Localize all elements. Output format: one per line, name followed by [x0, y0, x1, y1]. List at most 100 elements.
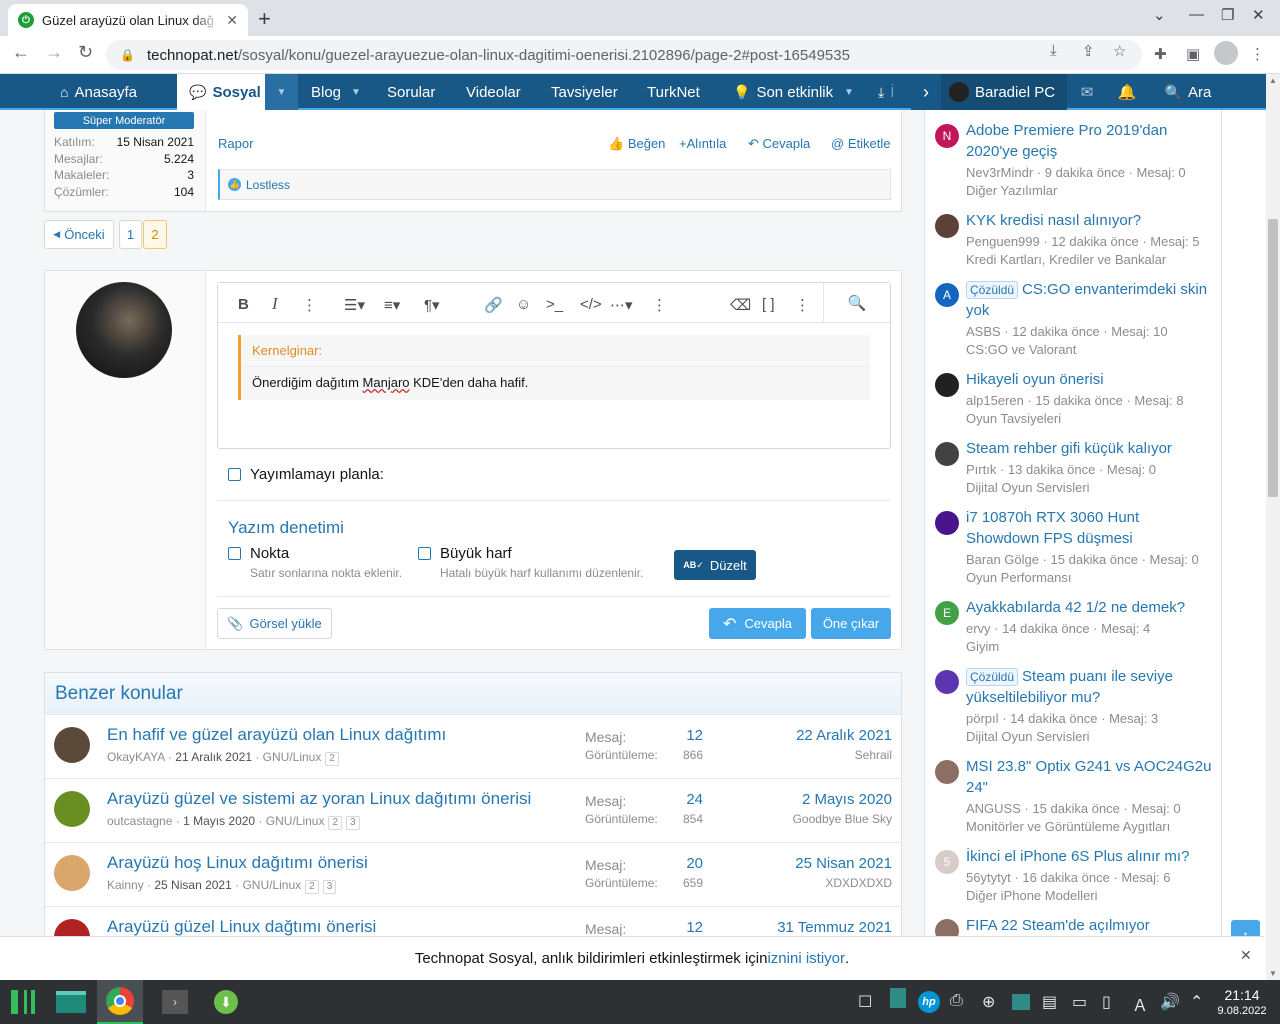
- avatar[interactable]: [935, 442, 959, 466]
- thread-title[interactable]: En hafif ve güzel arayüzü olan Linux dağ…: [107, 725, 446, 745]
- last-post-user[interactable]: Sehrail: [855, 748, 892, 762]
- period-checkbox[interactable]: [228, 547, 241, 560]
- file-manager-icon[interactable]: [48, 980, 94, 1024]
- nav-sosyal[interactable]: 💬 Sosyal: [177, 74, 265, 110]
- sidepanel-icon[interactable]: ▣: [1186, 45, 1200, 63]
- desktop-icon[interactable]: ☐: [858, 992, 872, 1012]
- page-scrollbar[interactable]: ▲ ▼: [1266, 74, 1280, 980]
- nav-anasayfa[interactable]: ⌂ Anasayfa: [60, 74, 137, 110]
- thread-author[interactable]: outcastagne: [107, 814, 172, 828]
- inbox-icon[interactable]: ✉: [1067, 74, 1107, 110]
- page-link[interactable]: 2: [325, 752, 339, 766]
- thread-link[interactable]: Çözüldü Steam puanı ile seviye yükseltile…: [966, 666, 1216, 708]
- thread-forum[interactable]: Oyun Tavsiyeleri: [966, 411, 1061, 426]
- thread-forum[interactable]: Giyim: [966, 639, 999, 654]
- network-tray-icon[interactable]: [1012, 994, 1030, 1010]
- nav-overflow-item[interactable]: ⤓ İ: [878, 74, 894, 110]
- thread-author[interactable]: Kainny: [107, 878, 144, 892]
- nav-tavsiyeler[interactable]: Tavsiyeler: [551, 74, 618, 110]
- more-horizontal-icon[interactable]: ⋯▾: [610, 296, 633, 314]
- reply-link[interactable]: ↶ Cevapla: [748, 136, 810, 152]
- align-icon[interactable]: ≡▾: [384, 296, 400, 314]
- reload-icon[interactable]: ↻: [78, 42, 93, 63]
- italic-icon[interactable]: I: [272, 294, 278, 314]
- reply-button[interactable]: ↶ Cevapla: [709, 608, 806, 639]
- manjaro-menu-icon[interactable]: [0, 980, 46, 1024]
- install-icon[interactable]: ⤓: [1050, 42, 1057, 59]
- fix-button[interactable]: AB✓ Düzelt: [674, 550, 756, 580]
- avatar[interactable]: [935, 511, 959, 535]
- bold-icon[interactable]: B: [238, 296, 249, 313]
- update-icon[interactable]: ⬇: [203, 980, 249, 1024]
- avatar[interactable]: [935, 373, 959, 397]
- page-link[interactable]: 3: [346, 816, 360, 830]
- nav-son-etkinlik[interactable]: 💡 Son etkinlik: [733, 74, 833, 110]
- thread-forum[interactable]: Dijital Oyun Servisleri: [966, 480, 1090, 495]
- more-vertical-icon[interactable]: ⋮: [652, 296, 667, 314]
- nav-son-etkinlik-dropdown[interactable]: ▼: [844, 74, 854, 110]
- avatar[interactable]: [54, 791, 90, 827]
- thread-link[interactable]: KYK kredisi nasıl alınıyor?: [966, 210, 1216, 231]
- page-2-button[interactable]: 2: [143, 220, 167, 249]
- thread-title[interactable]: Arayüzü güzel ve sistemi az yoran Linux …: [107, 789, 531, 809]
- preview-icon[interactable]: 🔍: [823, 283, 890, 323]
- capital-checkbox[interactable]: [418, 547, 431, 560]
- thread-forum[interactable]: GNU/Linux: [263, 750, 322, 764]
- nav-videolar[interactable]: Videolar: [466, 74, 521, 110]
- nav-sorular[interactable]: Sorular: [387, 74, 435, 110]
- thread-link[interactable]: Steam rehber gifi küçük kalıyor: [966, 438, 1216, 459]
- thread-link[interactable]: İkinci el iPhone 6S Plus alınır mı?: [966, 846, 1216, 867]
- chrome-icon[interactable]: [97, 980, 143, 1024]
- browser-tab[interactable]: ⏻ Güzel arayüzü olan Linux dağ ✕: [8, 4, 248, 36]
- prev-page-button[interactable]: ◀ Önceki: [44, 220, 114, 249]
- page-link[interactable]: 3: [322, 880, 337, 894]
- paragraph-icon[interactable]: ¶▾: [424, 296, 440, 314]
- thread-forum[interactable]: Oyun Performansı: [966, 570, 1072, 585]
- terminal-icon[interactable]: >_: [546, 296, 563, 313]
- close-window-icon[interactable]: ✕: [1252, 6, 1265, 24]
- nav-blog-dropdown[interactable]: ▼: [351, 74, 361, 110]
- extensions-icon[interactable]: ✚: [1154, 45, 1167, 63]
- thread-forum[interactable]: Diğer Yazılımlar: [966, 183, 1057, 198]
- close-tab-icon[interactable]: ✕: [226, 12, 238, 29]
- clock-time[interactable]: 21:14: [1212, 987, 1272, 1003]
- printer-icon[interactable]: ⎙: [950, 992, 963, 1010]
- nav-blog[interactable]: Blog: [311, 74, 341, 110]
- thread-forum[interactable]: Dijital Oyun Servisleri: [966, 729, 1090, 744]
- reaction-user-link[interactable]: Lostless: [246, 178, 290, 192]
- scroll-thumb[interactable]: [1268, 219, 1278, 497]
- avatar[interactable]: [935, 919, 959, 936]
- thread-forum[interactable]: Diğer iPhone Modelleri: [966, 888, 1098, 903]
- chevron-up-icon[interactable]: ⌃: [1190, 992, 1203, 1012]
- smiley-icon[interactable]: ☺: [516, 296, 531, 313]
- star-icon[interactable]: ☆: [1113, 42, 1126, 60]
- thread-link[interactable]: Ayakkabılarda 42 1/2 ne demek?: [966, 597, 1216, 618]
- last-post-date[interactable]: 31 Temmuz 2021: [777, 919, 892, 936]
- more-vertical-icon[interactable]: ⋮: [795, 296, 810, 314]
- app-tray-icon[interactable]: [890, 988, 906, 1008]
- quote-button[interactable]: +Alıntıla: [679, 136, 726, 151]
- brackets-icon[interactable]: [ ]: [762, 296, 775, 313]
- scroll-up-icon[interactable]: ▲: [1269, 76, 1277, 85]
- thread-title[interactable]: Arayüzü güzel Linux dağtımı önerisi: [107, 917, 376, 937]
- avatar[interactable]: [935, 760, 959, 784]
- new-tab-icon[interactable]: +: [258, 6, 271, 32]
- terminal-icon[interactable]: ›: [152, 980, 198, 1024]
- thread-link[interactable]: MSI 23.8" Optix G241 vs AOC24G2u 24": [966, 756, 1216, 798]
- notice-link[interactable]: iznini istiyor: [767, 950, 845, 967]
- upload-icon[interactable]: ⊕: [982, 992, 995, 1012]
- restore-icon[interactable]: ❐: [1221, 6, 1234, 24]
- battery-icon[interactable]: ▯: [1102, 992, 1111, 1012]
- list-icon[interactable]: ☰▾: [344, 296, 365, 314]
- code-icon[interactable]: </>: [580, 296, 602, 313]
- clipboard-icon[interactable]: ▤: [1042, 992, 1057, 1012]
- thread-forum[interactable]: CS:GO ve Valorant: [966, 342, 1076, 357]
- bell-icon[interactable]: 🔔: [1107, 74, 1147, 110]
- more-vertical-icon[interactable]: ⋮: [302, 296, 317, 314]
- thread-forum[interactable]: Kredi Kartları, Krediler ve Bankalar: [966, 252, 1166, 267]
- thread-title[interactable]: Arayüzü hoş Linux dağıtımı önerisi: [107, 853, 368, 873]
- avatar[interactable]: [54, 727, 90, 763]
- last-post-date[interactable]: 2 Mayıs 2020: [802, 791, 892, 808]
- like-button[interactable]: 👍 Beğen: [608, 136, 665, 152]
- thread-link[interactable]: FIFA 22 Steam'de açılmıyor: [966, 915, 1216, 936]
